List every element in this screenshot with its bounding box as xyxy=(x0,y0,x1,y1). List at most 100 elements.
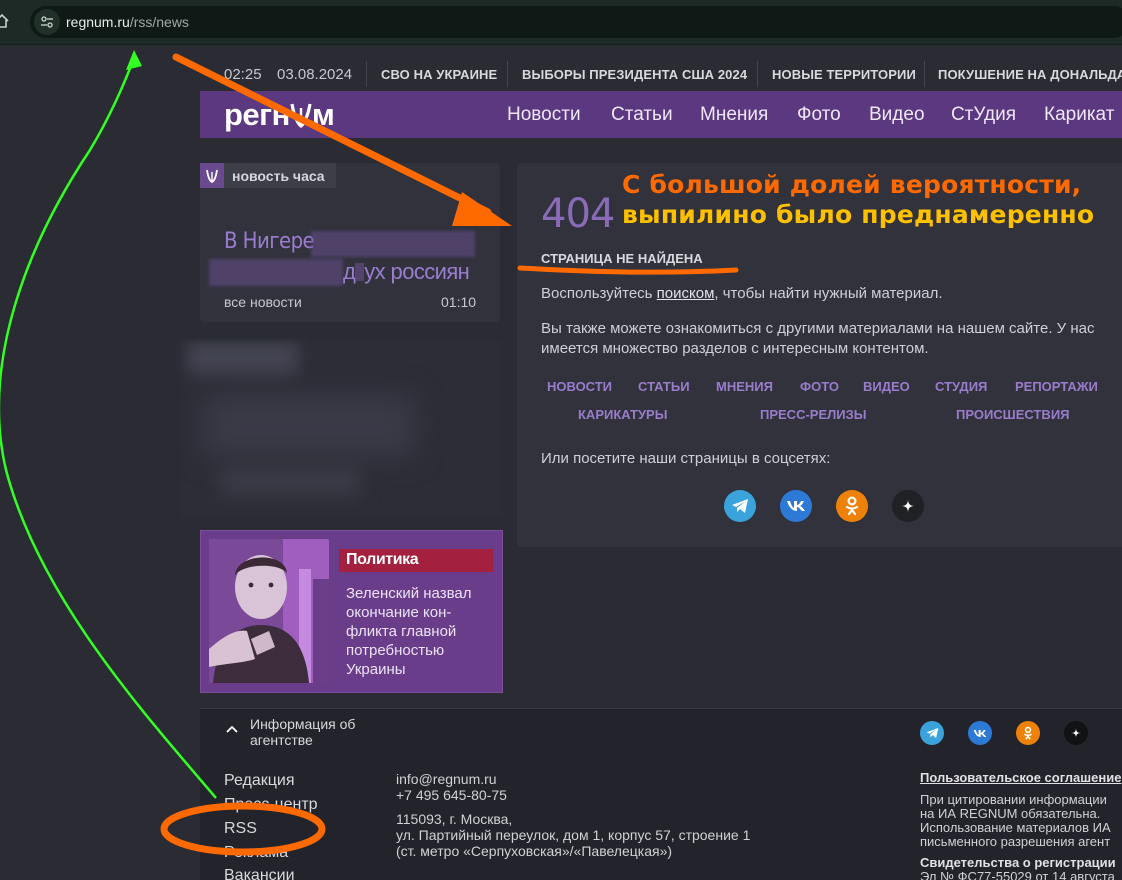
section-link-reports[interactable]: РЕПОРТАЖИ xyxy=(1015,379,1098,394)
category-tag-politics[interactable]: Политика xyxy=(339,549,493,572)
browser-toolbar: regnum.ru/rss/news xyxy=(0,0,1122,45)
regnum-v-icon xyxy=(200,163,224,188)
divider xyxy=(757,61,758,87)
redacted-text xyxy=(355,263,365,281)
nav-news[interactable]: Новости xyxy=(507,104,581,126)
sections-hint: Вы также можете ознакомиться с другими м… xyxy=(541,320,1095,357)
news-of-hour-text: новость часа xyxy=(232,167,325,184)
topic-link-assassination[interactable]: ПОКУШЕНИЕ НА ДОНАЛЬДА xyxy=(938,67,1122,82)
footer-link-editorial[interactable]: Редакция xyxy=(224,772,295,790)
nav-opinions[interactable]: Мнения xyxy=(700,104,768,126)
blurred-content-block xyxy=(180,340,502,518)
article-photo xyxy=(209,539,329,683)
news-of-hour-card[interactable]: новость часа В Нигере д ух россиян все но… xyxy=(200,163,500,322)
article-headline[interactable]: Зеленский назвал окончание кон-фликта гл… xyxy=(346,584,496,679)
citation-note: Использование материалов ИА xyxy=(920,820,1111,835)
footer-link-rss[interactable]: RSS xyxy=(224,820,257,838)
section-link-opinions[interactable]: МНЕНИЯ xyxy=(716,379,773,394)
nav-studio[interactable]: СтУдия xyxy=(951,104,1016,126)
address-line: 115093, г. Москва, xyxy=(396,811,513,827)
topic-link-us-election[interactable]: ВЫБОРЫ ПРЕЗИДЕНТА США 2024 xyxy=(522,67,747,82)
user-agreement-link[interactable]: Пользовательское соглашение xyxy=(920,771,1121,785)
all-news-link[interactable]: все новости xyxy=(224,294,302,310)
citation-note: При цитировании информации xyxy=(920,792,1107,807)
logo-text-left: регн xyxy=(224,97,290,132)
footer-link-press-center[interactable]: Пресс-центр xyxy=(224,796,318,814)
address-line: ул. Партийный переулок, дом 1, корпус 57… xyxy=(396,827,751,843)
agency-info-toggle[interactable]: Информация об агентстве xyxy=(250,716,380,748)
section-link-articles[interactable]: СТАТЬИ xyxy=(638,379,690,394)
vk-icon[interactable] xyxy=(780,490,812,522)
politics-article-card[interactable]: Политика Зеленский назвал окончание кон-… xyxy=(200,530,503,693)
chevron-up-icon[interactable] xyxy=(226,725,238,733)
nav-photo[interactable]: Фото xyxy=(797,104,841,126)
news-headline-end[interactable]: д ух россиян xyxy=(343,259,470,285)
news-time: 01:10 xyxy=(441,294,477,310)
home-icon[interactable] xyxy=(0,13,10,29)
annotation-text: С большой долей вероятности, выпилино бы… xyxy=(622,170,1094,230)
annotation-line-2: выпилино было преднамеренно xyxy=(622,200,1095,229)
social-text: Или посетите наши страницы в соцсетях: xyxy=(541,450,831,467)
nav-cartoons[interactable]: Карикат xyxy=(1044,104,1114,126)
topic-link-new-territories[interactable]: НОВЫЕ ТЕРРИТОРИИ xyxy=(772,67,916,82)
topic-link-svo[interactable]: СВО НА УКРАИНЕ xyxy=(381,67,497,82)
address-line: (ст. метро «Серпуховская»/«Павелецкая») xyxy=(396,843,673,859)
url-host: regnum.ru xyxy=(66,14,130,30)
logo-text-right: м xyxy=(311,97,335,132)
section-link-photo[interactable]: ФОТО xyxy=(800,379,839,394)
error-subtitle: СТРАНИЦА НЕ НАЙДЕНА xyxy=(541,251,703,266)
footer-link-ads[interactable]: Реклама xyxy=(224,844,288,862)
site-footer: Редакция Пресс-центр RSS Реклама Ваканси… xyxy=(200,757,1122,880)
section-link-studio[interactable]: СТУДИЯ xyxy=(935,379,987,394)
search-hint-text: , чтобы найти нужный материал. xyxy=(714,285,943,302)
citation-note: письменного разрешения агент xyxy=(920,834,1111,849)
odnoklassniki-icon[interactable] xyxy=(836,490,868,522)
odnoklassniki-icon[interactable] xyxy=(1016,721,1040,745)
url-path: /rss/news xyxy=(129,14,189,30)
annotation-line-1: С большой долей вероятности, xyxy=(622,170,1082,199)
headline-fragment: д xyxy=(343,259,356,284)
headline-fragment: ух россиян xyxy=(364,259,470,284)
divider xyxy=(507,61,508,87)
dzen-icon[interactable] xyxy=(892,490,924,522)
green-arrow-head xyxy=(126,50,142,70)
search-hint: Воспользуйтесь поиском, чтобы найти нужн… xyxy=(541,285,943,302)
contact-email[interactable]: info@regnum.ru xyxy=(396,771,497,787)
error-code: 404 xyxy=(541,191,615,237)
site-settings-icon[interactable] xyxy=(34,9,60,35)
dzen-icon[interactable] xyxy=(1064,721,1088,745)
redacted-text xyxy=(209,259,343,286)
vk-icon[interactable] xyxy=(968,721,992,745)
nav-video[interactable]: Видео xyxy=(869,104,925,126)
search-hint-text: Воспользуйтесь xyxy=(541,285,657,302)
section-link-incidents[interactable]: ПРОИСШЕСТВИЯ xyxy=(956,407,1070,422)
citation-note: на ИА REGNUM обязательна. xyxy=(920,806,1101,821)
search-link[interactable]: поиском xyxy=(657,285,715,302)
top-bar: 02:25 03.08.2024 СВО НА УКРАИНЕ ВЫБОРЫ П… xyxy=(200,58,1122,88)
current-date: 03.08.2024 xyxy=(277,66,353,83)
section-link-video[interactable]: ВИДЕО xyxy=(863,379,910,394)
contact-phone[interactable]: +7 495 645-80-75 xyxy=(396,787,507,803)
address-bar[interactable]: regnum.ru/rss/news xyxy=(30,6,1122,38)
category-tag-text: Политика xyxy=(346,551,419,568)
url-text[interactable]: regnum.ru/rss/news xyxy=(66,14,189,30)
site-header: регн м Новости Статьи Мнения Фото Видео С… xyxy=(200,91,1122,138)
registration-line: Эл № ФС77-55029 от 14 августа xyxy=(920,869,1115,880)
footer-info-bar: Информация об агентстве xyxy=(200,708,1122,758)
redacted-text xyxy=(311,231,475,257)
current-time: 02:25 xyxy=(224,66,262,83)
nav-articles[interactable]: Статьи xyxy=(611,104,673,126)
divider xyxy=(924,61,925,87)
telegram-icon[interactable] xyxy=(920,721,944,745)
news-headline-start[interactable]: В Нигере xyxy=(224,229,315,254)
regnum-logo[interactable]: регн м xyxy=(224,97,335,133)
telegram-icon[interactable] xyxy=(724,490,756,522)
registration-title: Свидетельства о регистрации xyxy=(920,855,1116,870)
section-link-cartoons[interactable]: КАРИКАТУРЫ xyxy=(578,407,667,422)
section-link-news[interactable]: НОВОСТИ xyxy=(547,379,612,394)
footer-link-vacancies[interactable]: Вакансии xyxy=(224,867,295,880)
news-of-hour-label: новость часа xyxy=(200,163,336,188)
logo-v-mark-icon xyxy=(290,103,312,128)
divider xyxy=(366,61,367,87)
section-link-press[interactable]: ПРЕСС-РЕЛИЗЫ xyxy=(760,407,866,422)
